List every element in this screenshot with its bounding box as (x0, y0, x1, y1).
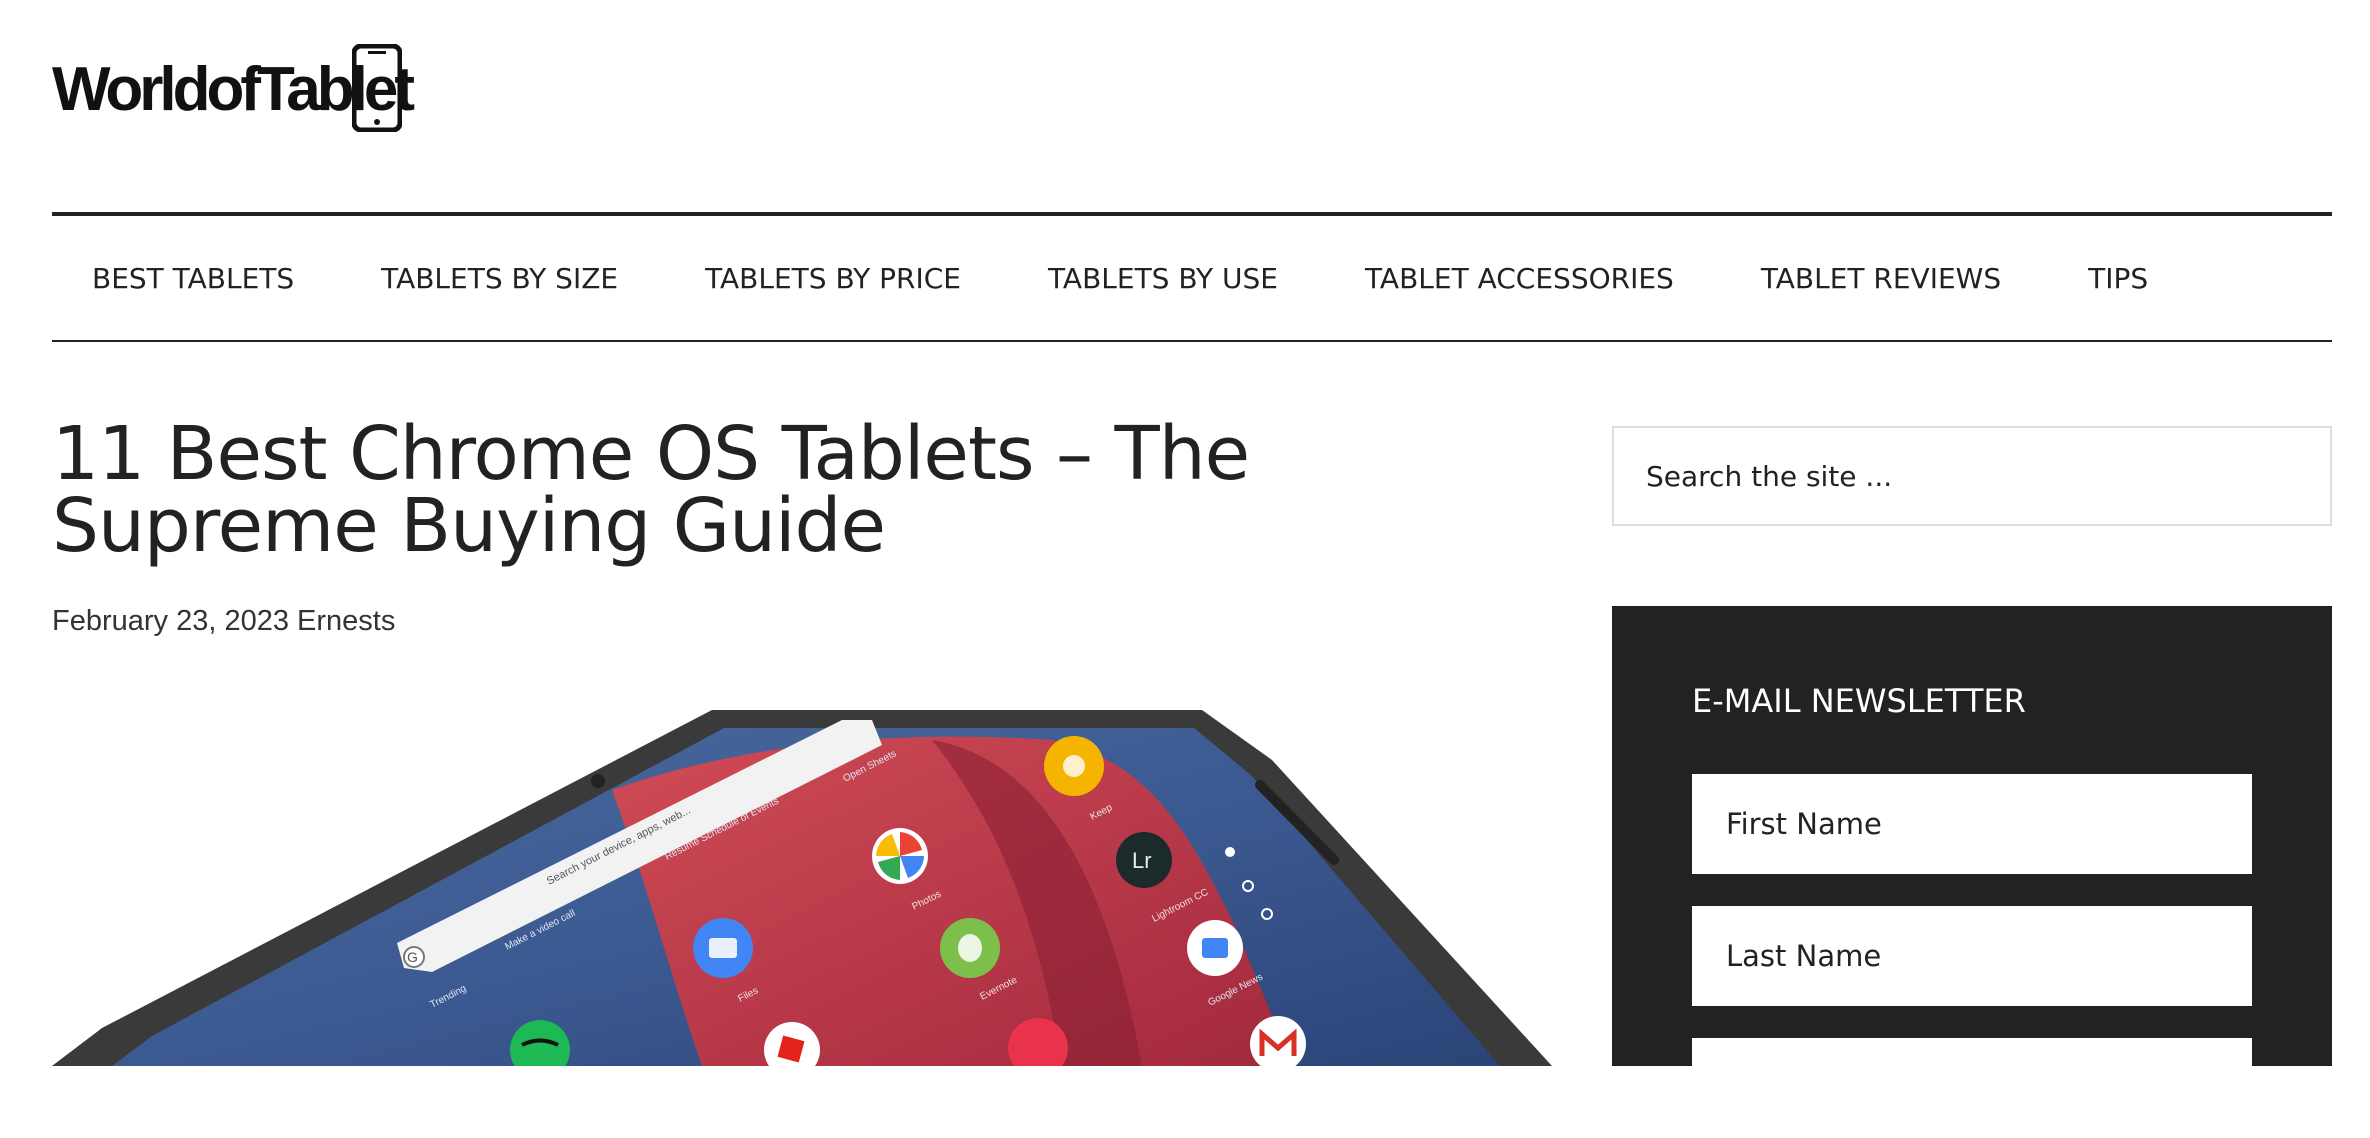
last-name-field[interactable] (1692, 906, 2252, 1006)
svg-text:G: G (407, 949, 418, 965)
tablet-illustration: G Search your device, apps, web... Make … (52, 710, 1552, 1066)
featured-image: G Search your device, apps, web... Make … (52, 700, 1552, 1066)
newsletter-widget: E-MAIL NEWSLETTER (1612, 606, 2332, 1138)
article-author[interactable]: Ernests (297, 605, 395, 637)
article-date: February 23, 2023 (52, 605, 289, 637)
nav-tablet-reviews[interactable]: TABLET REVIEWS (1761, 262, 2001, 295)
nav-best-tablets[interactable]: BEST TABLETS (92, 262, 294, 295)
first-name-field[interactable] (1692, 774, 2252, 874)
nav-tips[interactable]: TIPS (2088, 262, 2148, 295)
email-field[interactable] (1692, 1038, 2252, 1138)
nav-tablet-accessories[interactable]: TABLET ACCESSORIES (1365, 262, 1674, 295)
main-nav: BEST TABLETS TABLETS BY SIZE TABLETS BY … (52, 212, 2332, 342)
site-search-input[interactable] (1612, 426, 2332, 526)
nav-tablets-by-price[interactable]: TABLETS BY PRICE (705, 262, 961, 295)
article-meta: February 23, 2023 Ernests (52, 605, 395, 638)
article-title: 11 Best Chrome OS Tablets – The Supreme … (52, 411, 1250, 569)
nav-tablets-by-size[interactable]: TABLETS BY SIZE (381, 262, 618, 295)
site-logo[interactable]: WorldofTablet (52, 44, 415, 136)
phone-icon (352, 44, 402, 132)
nav-tablets-by-use[interactable]: TABLETS BY USE (1048, 262, 1278, 295)
newsletter-heading: E-MAIL NEWSLETTER (1692, 682, 2026, 720)
svg-text:Lr: Lr (1132, 848, 1152, 873)
